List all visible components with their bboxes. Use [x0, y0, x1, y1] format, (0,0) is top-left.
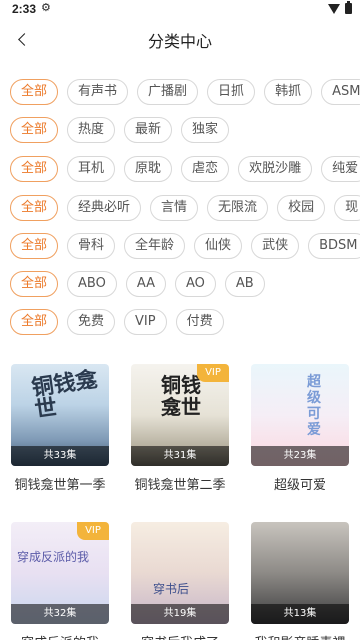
chip-radio-drama[interactable]: 广播剧	[137, 79, 199, 105]
vip-badge: VIP	[197, 364, 229, 382]
chip-asmr[interactable]: ASM	[321, 79, 360, 105]
chip-audiobook[interactable]: 有声书	[67, 79, 129, 105]
album-title[interactable]: 超级可爱	[251, 474, 349, 493]
chip-latest[interactable]: 最新	[124, 117, 173, 143]
album-title[interactable]: 穿书后我成了	[131, 632, 229, 640]
battery-icon	[345, 1, 352, 14]
chip-infinite-flow[interactable]: 无限流	[207, 195, 269, 221]
cover-title-art: 穿成反派的我	[17, 550, 90, 564]
chip-all[interactable]: 全部	[10, 271, 59, 297]
chip-all[interactable]: 全部	[10, 117, 59, 143]
header: 分类中心	[0, 18, 360, 62]
filter-row-abo: 全部 ABO AA AO AB	[10, 271, 360, 297]
album-cover[interactable]: 穿书后 共19集	[131, 522, 229, 624]
episode-count: 共33集	[11, 446, 109, 466]
chip-free[interactable]: 免费	[67, 309, 116, 335]
chip-romance[interactable]: 言情	[150, 195, 199, 221]
chip-all[interactable]: 全部	[10, 233, 59, 259]
episode-count: 共19集	[131, 604, 229, 624]
filter-row-genre: 全部 耳机 原耽 虐恋 欢脱沙雕 纯爱	[10, 156, 360, 182]
album-cover[interactable]: 穿成反派的我 VIP 共32集	[11, 522, 109, 624]
episode-count: 共23集	[251, 446, 349, 466]
album-title[interactable]: 铜钱龛世第二季	[131, 474, 229, 493]
cover-title-art: 铜钱龛世	[30, 366, 100, 424]
chip-xianxia[interactable]: 仙侠	[194, 233, 243, 259]
filter-row-type: 全部 有声书 广播剧 日抓 韩抓 ASM	[10, 79, 360, 105]
chip-original-bl[interactable]: 原耽	[124, 156, 173, 182]
filter-row-setting: 全部 骨科 全年龄 仙侠 武侠 BDSM	[10, 233, 360, 259]
chip-all[interactable]: 全部	[10, 79, 59, 105]
chip-all[interactable]: 全部	[10, 309, 59, 335]
album-card[interactable]: 共13集 我和影帝睡素裸	[251, 522, 349, 640]
gear-icon: ⚙	[41, 1, 51, 14]
chip-bdsm[interactable]: BDSM	[308, 233, 360, 259]
chip-ao[interactable]: AO	[175, 271, 216, 297]
chip-aa[interactable]: AA	[125, 271, 166, 297]
album-cover[interactable]: 铜钱龛世 VIP 共31集	[131, 364, 229, 466]
chip-angst[interactable]: 虐恋	[181, 156, 230, 182]
album-card[interactable]: 穿成反派的我 VIP 共32集 穿成反派的我	[11, 522, 109, 640]
album-title[interactable]: 穿成反派的我	[11, 632, 109, 640]
filter-row-price: 全部 免费 VIP 付费	[10, 309, 360, 335]
cover-title-art: 铜钱龛世	[161, 373, 201, 419]
chip-pure-love[interactable]: 纯爱	[321, 156, 360, 182]
chip-paid[interactable]: 付费	[175, 309, 224, 335]
filter-row-sort: 全部 热度 最新 独家	[10, 117, 360, 143]
album-cover[interactable]: 超级可爱 共23集	[251, 364, 349, 466]
cover-title-art: 超级可爱	[307, 374, 321, 438]
episode-count: 共31集	[131, 446, 229, 466]
chip-modern[interactable]: 现	[334, 195, 360, 221]
chip-sibling[interactable]: 骨科	[67, 233, 116, 259]
page-title: 分类中心	[147, 32, 212, 51]
vip-badge: VIP	[77, 522, 109, 540]
chip-exclusive[interactable]: 独家	[181, 117, 230, 143]
chip-japanese[interactable]: 日抓	[207, 79, 256, 105]
album-card[interactable]: 铜钱龛世 VIP 共31集 铜钱龛世第二季	[131, 364, 229, 493]
chip-abo[interactable]: ABO	[67, 271, 117, 297]
chip-ab[interactable]: AB	[224, 271, 265, 297]
album-cover[interactable]: 共13集	[251, 522, 349, 624]
album-card[interactable]: 超级可爱 共23集 超级可爱	[251, 364, 349, 493]
filter-row-theme: 全部 经典必听 言情 无限流 校园现	[10, 195, 360, 221]
chip-headphones[interactable]: 耳机	[67, 156, 116, 182]
episode-count: 共32集	[11, 604, 109, 624]
chip-popularity[interactable]: 热度	[67, 117, 116, 143]
album-title[interactable]: 我和影帝睡素裸	[251, 632, 349, 640]
status-bar: 2:33 ⚙	[0, 0, 360, 18]
chip-comedy[interactable]: 欢脱沙雕	[238, 156, 313, 182]
chip-all[interactable]: 全部	[10, 195, 59, 221]
chip-korean[interactable]: 韩抓	[264, 79, 313, 105]
status-time: 2:33	[12, 2, 37, 16]
episode-count: 共13集	[251, 604, 349, 624]
cover-title-art: 穿书后	[153, 582, 190, 596]
chip-vip[interactable]: VIP	[124, 309, 167, 335]
album-card[interactable]: 铜钱龛世 共33集 铜钱龛世第一季	[11, 364, 109, 493]
chip-all[interactable]: 全部	[10, 156, 59, 182]
chip-wuxia[interactable]: 武侠	[251, 233, 300, 259]
chip-campus[interactable]: 校园	[277, 195, 326, 221]
status-icons	[328, 1, 352, 14]
album-cover[interactable]: 铜钱龛世 共33集	[11, 364, 109, 466]
wifi-icon	[328, 3, 340, 14]
album-card[interactable]: 穿书后 共19集 穿书后我成了	[131, 522, 229, 640]
album-title[interactable]: 铜钱龛世第一季	[11, 474, 109, 493]
chip-all-ages[interactable]: 全年龄	[124, 233, 186, 259]
chip-classic[interactable]: 经典必听	[67, 195, 142, 221]
